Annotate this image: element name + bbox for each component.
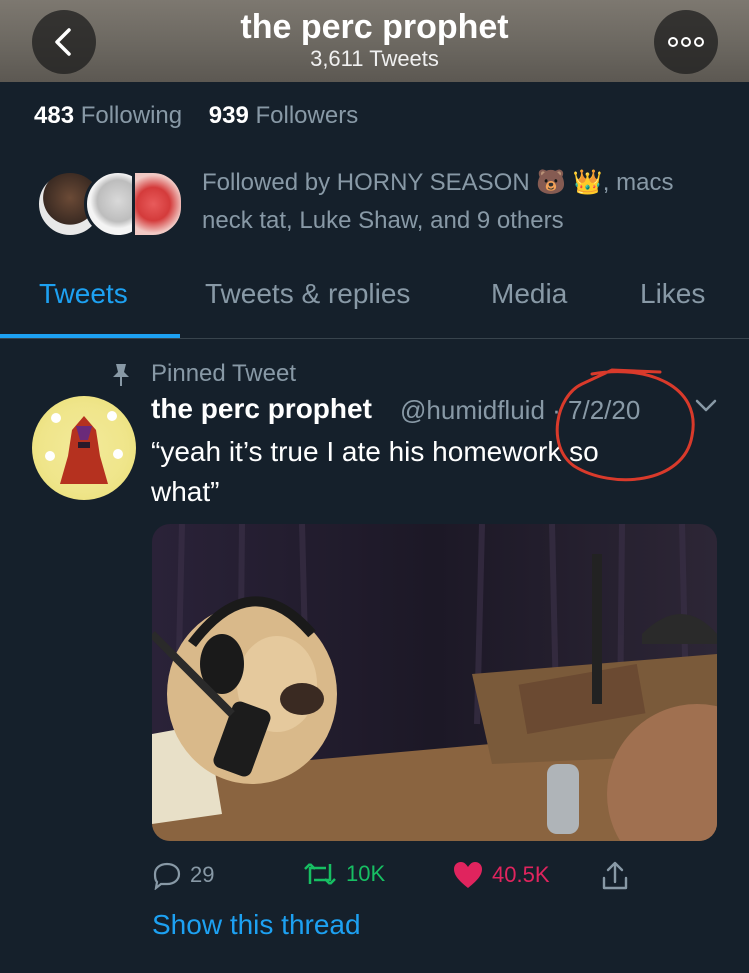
avatar [132,170,184,238]
profile-header: the perc prophet 3,611 Tweets [0,0,749,82]
profile-tabs: Tweets Tweets & replies Media Likes [0,270,749,339]
retweet-button[interactable]: 10K [302,860,385,888]
tab-likes[interactable]: Likes [640,278,705,310]
tweet-author-name[interactable]: the perc prophet [151,393,372,425]
reply-count: 29 [190,862,215,887]
annotation-circle [555,368,695,482]
tweet-image[interactable] [152,524,717,841]
followers-link[interactable]: 939 Followers [209,102,358,129]
like-count: 40.5K [492,862,550,887]
show-thread-link[interactable]: Show this thread [152,909,361,941]
tweet-avatar[interactable] [32,396,136,500]
share-icon [602,861,628,890]
tab-tweets-replies[interactable]: Tweets & replies [205,278,410,310]
tweet-count: 3,611 Tweets [310,46,439,71]
followed-by-avatars[interactable] [36,170,186,238]
pinned-label: Pinned Tweet [151,360,296,387]
follow-stats: 483 Following 939 Followers [34,102,358,130]
podcast-dog-image [152,524,717,841]
heart-icon [454,862,482,888]
tab-media[interactable]: Media [491,278,567,310]
more-button[interactable] [654,10,718,74]
avatar-illustration [45,411,123,484]
tweet-actions: 29 10K 40.5K [152,860,712,896]
reply-button[interactable]: 29 [152,860,214,890]
more-icon [668,37,704,47]
following-link[interactable]: 483 Following [34,102,182,129]
share-button[interactable] [600,860,630,892]
active-tab-indicator [0,334,180,338]
pin-icon [113,364,129,386]
retweet-count: 10K [346,861,386,886]
retweet-icon [304,863,336,885]
profile-name: the perc prophet [240,8,509,46]
tab-tweets[interactable]: Tweets [39,278,128,310]
reply-icon [153,862,181,890]
like-button[interactable]: 40.5K [452,860,550,890]
followed-by-text[interactable]: Followed by HORNY SEASON 🐻 👑, macs neck … [202,164,732,240]
